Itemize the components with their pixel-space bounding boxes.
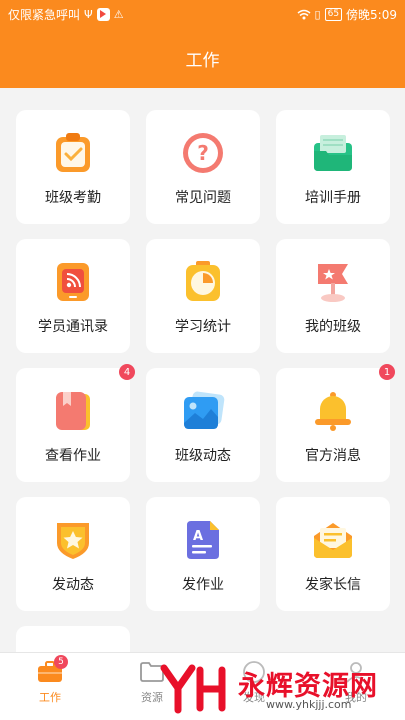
tile-label: 发作业: [182, 577, 224, 593]
tile-faq[interactable]: ? 常见问题: [146, 110, 260, 224]
tab-work[interactable]: 5 工作: [10, 655, 90, 715]
svg-text:?: ?: [197, 141, 209, 165]
question-icon: ?: [181, 131, 225, 175]
briefcase-icon: 5: [36, 655, 68, 685]
tile-class-attendance[interactable]: 班级考勤: [16, 110, 130, 224]
watermark-url: www.yhkjjj.com: [266, 698, 352, 711]
status-bar: 仅限紧急呼叫 Ψ ⚠ ▯ 65 傍晚5:09: [0, 0, 405, 28]
video-app-icon: [96, 7, 110, 21]
tile-study-stats[interactable]: 学习统计: [146, 239, 260, 353]
tile-student-contacts[interactable]: 学员通讯录: [16, 239, 130, 353]
tile-label: 查看作业: [45, 448, 101, 464]
tile-post-update[interactable]: 发动态: [16, 497, 130, 611]
usb-icon: Ψ: [84, 7, 93, 21]
tile-label: 我的班级: [305, 319, 361, 335]
svg-text:A: A: [193, 529, 203, 544]
tile-my-class[interactable]: 我的班级: [276, 239, 390, 353]
bell-icon: [311, 389, 355, 433]
page-title: 工作: [185, 50, 220, 71]
tile-label: 学习统计: [175, 319, 231, 335]
tile-label: 学员通讯录: [38, 319, 108, 335]
feature-grid: 班级考勤 ? 常见问题 培训手册 学员通讯录 学习统计 我的班级 查看作业 4 …: [0, 88, 405, 652]
book-icon: [51, 389, 95, 433]
tile-parent-letter[interactable]: 发家长信: [276, 497, 390, 611]
tile-label: 培训手册: [305, 190, 361, 206]
flag-icon: [311, 260, 355, 304]
wifi-icon: [297, 9, 311, 19]
envelope-icon: [311, 518, 355, 562]
tile-class-news[interactable]: 班级动态: [146, 368, 260, 482]
tile-post-homework[interactable]: A 发作业: [146, 497, 260, 611]
carrier-text: 仅限紧急呼叫: [8, 7, 81, 22]
tile-view-homework[interactable]: 查看作业 4: [16, 364, 135, 482]
status-left: 仅限紧急呼叫 Ψ ⚠: [8, 6, 124, 23]
homework-count-badge: 4: [119, 364, 135, 380]
tile-training-manual[interactable]: 培训手册: [276, 110, 390, 224]
tile-label: 官方消息: [305, 448, 361, 464]
message-count-badge: 1: [379, 364, 395, 380]
tile-label: 发动态: [52, 577, 94, 593]
tile-official-messages[interactable]: 官方消息 1: [276, 364, 395, 482]
clock: 傍晚5:09: [346, 7, 397, 22]
contact-book-icon: [51, 260, 95, 304]
tab-label: 工作: [39, 691, 61, 704]
tile-label: 发家长信: [305, 577, 361, 593]
folder-icon: [311, 131, 355, 175]
status-right: ▯ 65 傍晚5:09: [297, 6, 397, 23]
document-a-icon: A: [181, 518, 225, 562]
sim-icon: ▯: [314, 7, 321, 21]
app-header: 工作: [0, 28, 405, 88]
tile-label: 班级考勤: [45, 190, 101, 206]
watermark-logo-icon: [160, 664, 226, 714]
tile-label: 班级动态: [175, 448, 231, 464]
warning-icon: ⚠: [113, 7, 124, 21]
star-badge-icon: [51, 518, 95, 562]
tile-label: 常见问题: [175, 190, 231, 206]
watermark: 永辉资源网 www.yhkjjj.com: [160, 660, 400, 718]
work-count-badge: 5: [54, 655, 68, 669]
image-icon: [181, 389, 225, 433]
clipboard-check-icon: [51, 131, 95, 175]
tile-more[interactable]: [16, 626, 130, 652]
battery-indicator: 65: [324, 7, 343, 21]
clock-chart-icon: [181, 260, 225, 304]
